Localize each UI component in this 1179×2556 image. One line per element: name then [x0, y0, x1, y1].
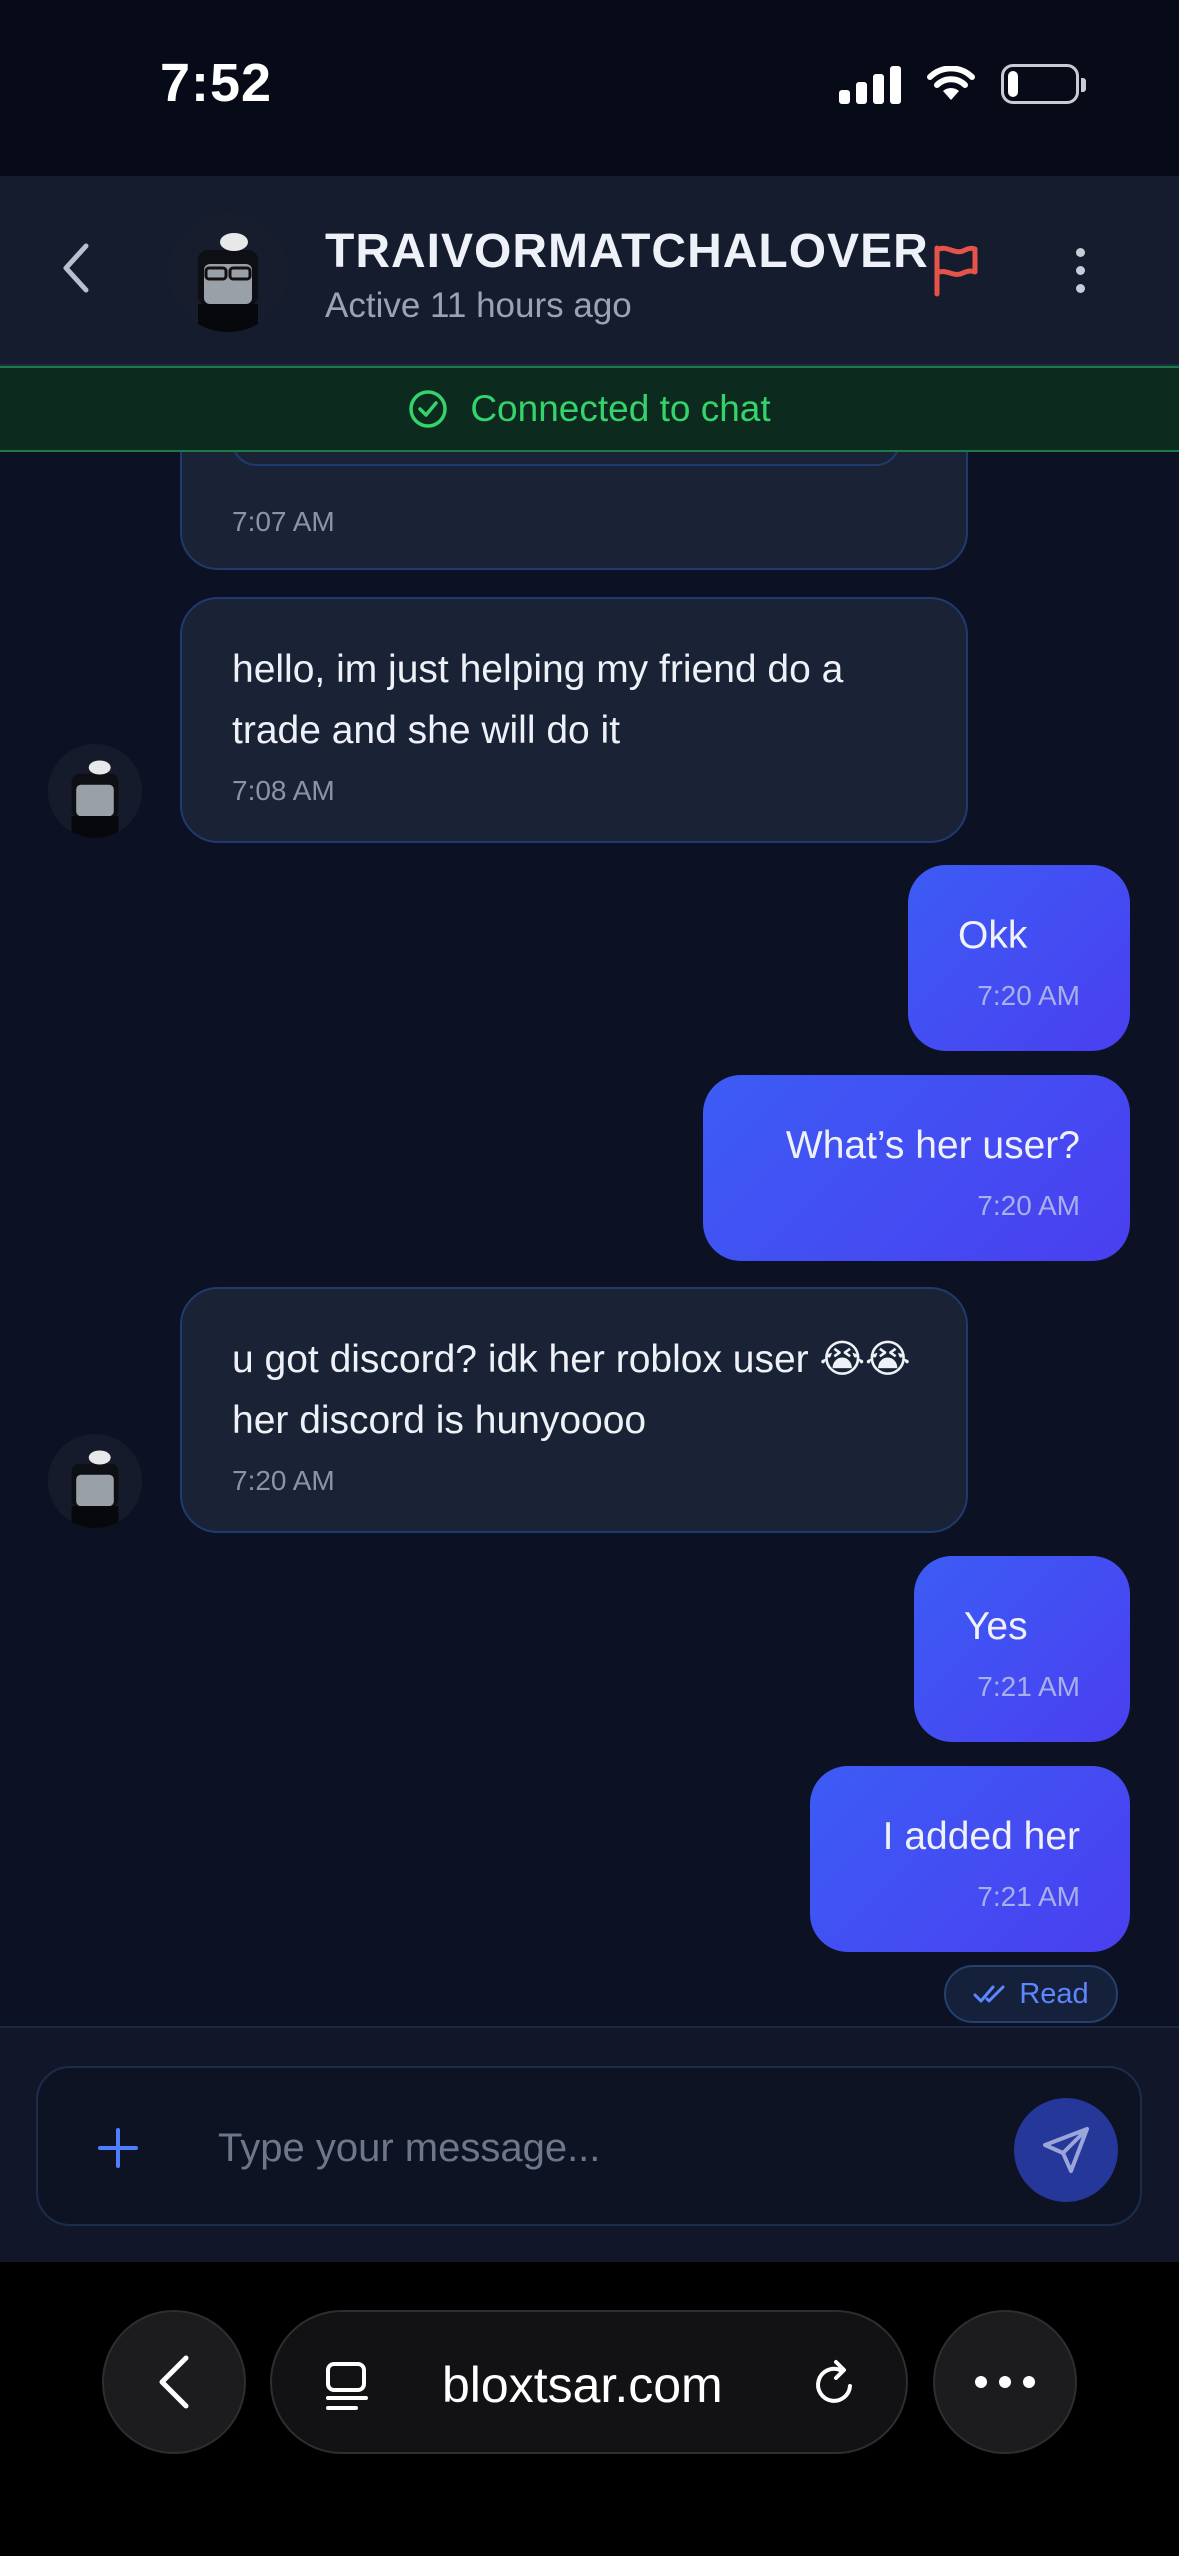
message-text: hello, im just helping my friend do a tr… — [232, 648, 844, 752]
battery-icon — [1001, 64, 1086, 104]
avatar[interactable] — [48, 744, 142, 838]
composer-bar — [0, 2026, 1179, 2262]
url-text: bloxtsar.com — [442, 2357, 723, 2413]
message-text: What’s her user? — [785, 1124, 1080, 1167]
message-bubble-incoming: u got discord? idk her roblox user 😭😭 he… — [180, 1287, 968, 1533]
connection-status-text: Connected to chat — [470, 388, 771, 429]
attach-button[interactable] — [88, 2118, 148, 2178]
chat-header: TRAIVORMATCHALOVER Active 11 hours ago — [0, 176, 1179, 366]
double-check-icon — [973, 1985, 1005, 2003]
message-time: 7:20 AM — [977, 980, 1080, 1011]
composer — [36, 2066, 1142, 2226]
back-button[interactable] — [46, 238, 106, 298]
ellipsis-icon — [975, 2376, 1035, 2388]
address-bar[interactable]: bloxtsar.com — [270, 2310, 908, 2454]
message-text: Yes — [964, 1605, 1028, 1648]
avatar[interactable] — [168, 212, 288, 332]
attachment-card — [232, 452, 900, 466]
message-bubble-incoming: 7:07 AM — [180, 452, 968, 570]
message-bubble-outgoing: Yes 7:21 AM — [914, 1556, 1130, 1742]
check-circle-icon — [409, 390, 448, 428]
status-icons — [839, 64, 1086, 104]
status-bar: 7:52 — [0, 0, 1179, 176]
contact-name: TRAIVORMATCHALOVER — [325, 225, 929, 278]
message-input[interactable] — [218, 2108, 998, 2188]
message-text: I added her — [882, 1815, 1080, 1858]
message-text: Okk — [958, 914, 1028, 957]
tabs-icon[interactable] — [320, 2358, 376, 2414]
browser-back-button[interactable] — [102, 2310, 246, 2454]
message-bubble-outgoing: What’s her user? 7:20 AM — [703, 1075, 1130, 1261]
avatar[interactable] — [48, 1434, 142, 1528]
report-button[interactable] — [925, 240, 985, 300]
message-bubble-incoming: hello, im just helping my friend do a tr… — [180, 597, 968, 843]
message-time: 7:21 AM — [977, 1881, 1080, 1912]
message-time: 7:20 AM — [977, 1190, 1080, 1221]
dot-icon — [1075, 283, 1085, 293]
wifi-icon — [927, 66, 975, 102]
message-list[interactable]: 7:07 AM hello, im just helping my friend… — [0, 452, 1179, 2026]
read-receipt: Read — [944, 1965, 1118, 2023]
dot-icon — [1075, 247, 1085, 257]
message-text: u got discord? idk her roblox user 😭😭 he… — [232, 1338, 911, 1442]
browser-toolbar: bloxtsar.com — [0, 2262, 1179, 2556]
plus-icon — [98, 2128, 138, 2168]
message-bubble-outgoing: I added her 7:21 AM — [810, 1766, 1130, 1952]
read-receipt-label: Read — [1019, 1977, 1089, 2010]
browser-menu-button[interactable] — [933, 2310, 1077, 2454]
chevron-left-icon — [159, 2355, 189, 2409]
message-bubble-outgoing: Okk 7:20 AM — [908, 865, 1130, 1051]
contact-status: Active 11 hours ago — [325, 286, 632, 325]
send-button[interactable] — [1014, 2098, 1118, 2202]
more-options-button[interactable] — [1050, 240, 1110, 300]
cellular-signal-icon — [839, 64, 901, 104]
dot-icon — [1075, 265, 1085, 275]
message-time: 7:08 AM — [232, 775, 335, 806]
message-time: 7:07 AM — [232, 506, 335, 537]
send-icon — [1043, 2127, 1089, 2173]
message-time: 7:21 AM — [977, 1671, 1080, 1702]
connection-banner: Connected to chat — [0, 366, 1179, 452]
chevron-left-icon — [63, 243, 89, 293]
flag-icon — [934, 245, 978, 297]
message-time: 7:20 AM — [232, 1465, 335, 1496]
status-time: 7:52 — [160, 53, 273, 113]
reload-icon[interactable] — [806, 2356, 862, 2412]
